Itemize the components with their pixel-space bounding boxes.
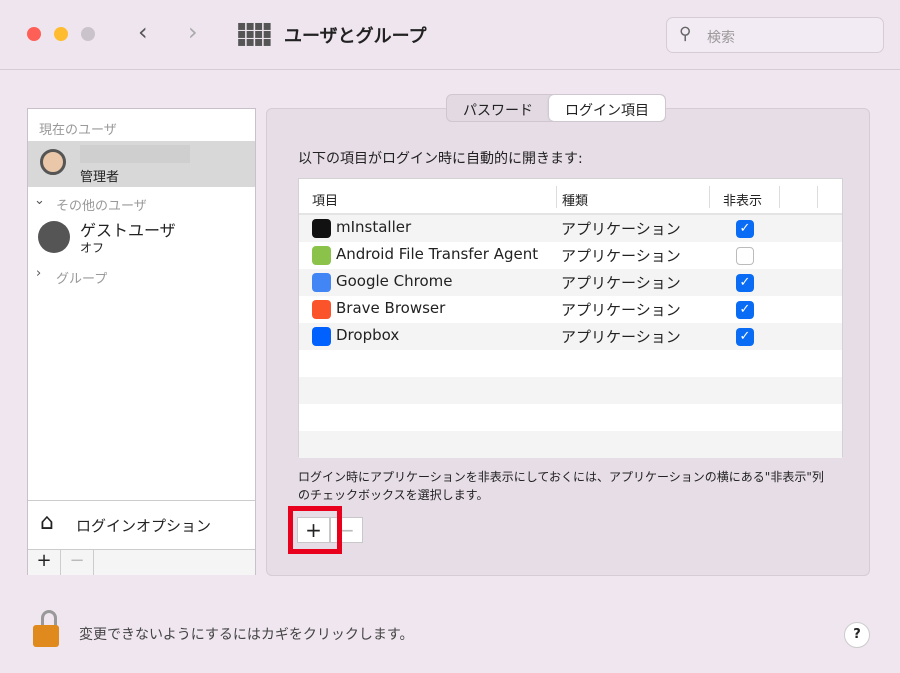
chevron-down-icon[interactable]: ⌄ [34, 193, 45, 208]
hide-checkbox[interactable]: ✓ [736, 328, 754, 346]
lock-icon[interactable] [33, 610, 61, 648]
table-row[interactable]: Dropbox アプリケーション ✓ [299, 323, 842, 350]
item-name: Android File Transfer Agent [336, 245, 539, 263]
dropbox-icon [312, 327, 331, 346]
grid-icon[interactable]: ▪▪▪▪ ▪▪▪▪ ▪▪▪▪ [237, 19, 272, 49]
empty-row [299, 404, 842, 431]
item-name: Dropbox [336, 326, 400, 344]
hide-checkbox[interactable]: ✓ [736, 274, 754, 292]
current-user-role: 管理者 [80, 170, 120, 185]
android-icon [312, 246, 331, 265]
guest-user-status: オフ [80, 241, 105, 255]
add-user-button[interactable]: + [28, 550, 61, 575]
table-row[interactable]: Google Chrome アプリケーション ✓ [299, 269, 842, 296]
item-name: mInstaller [336, 218, 412, 236]
highlight-box [288, 506, 342, 554]
item-name: Google Chrome [336, 272, 453, 290]
minimize-button[interactable] [54, 27, 68, 41]
item-kind: アプリケーション [561, 274, 681, 292]
home-icon: ⌂ [40, 510, 54, 535]
item-kind: アプリケーション [561, 220, 681, 238]
toolbar: ‹ › ▪▪▪▪ ▪▪▪▪ ▪▪▪▪ ユーザとグループ ⚲ 検索 [0, 0, 900, 70]
chevron-right-icon[interactable]: › [36, 266, 41, 281]
item-kind: アプリケーション [561, 301, 681, 319]
current-user-row[interactable]: 管理者 [28, 141, 255, 187]
item-kind: アプリケーション [561, 247, 681, 265]
empty-row [299, 377, 842, 404]
column-header-kind[interactable]: 種類 [562, 190, 588, 209]
hide-checkbox[interactable] [736, 247, 754, 265]
guest-user-name[interactable]: ゲストユーザ [80, 217, 176, 241]
other-users-header: その他のユーザ [56, 199, 147, 214]
search-placeholder: 検索 [707, 30, 735, 46]
avatar [40, 149, 66, 175]
sidebar-button-bar: + − [28, 549, 255, 575]
window-title: ユーザとグループ [284, 26, 427, 47]
lock-text: 変更できないようにするにはカギをクリックします。 [79, 627, 414, 643]
minstaller-icon [312, 219, 331, 238]
redacted-username [80, 145, 190, 163]
search-icon: ⚲ [679, 24, 692, 44]
column-header-hidden[interactable]: 非表示 [723, 190, 762, 209]
hide-checkbox[interactable]: ✓ [736, 301, 754, 319]
chrome-icon [312, 273, 331, 292]
remove-user-button[interactable]: − [61, 550, 94, 575]
forward-chevron-icon[interactable]: › [188, 18, 198, 46]
hidden-hint: ログイン時にアプリケーションを非表示にしておくには、アプリケーションの横にある"… [298, 470, 824, 502]
tab-password[interactable]: パスワード [447, 95, 549, 121]
brave-icon [312, 300, 331, 319]
login-items-intro: 以下の項目がログイン時に自動的に開きます: [298, 151, 583, 167]
login-options-label: ログインオプション [76, 517, 212, 535]
close-button[interactable] [27, 27, 41, 41]
table-row[interactable]: mInstaller アプリケーション ✓ [299, 215, 842, 242]
user-sidebar: 現在のユーザ 管理者 ⌄ その他のユーザ ゲストユーザ オフ › グループ ⌂ … [27, 108, 256, 575]
table-row[interactable]: Brave Browser アプリケーション ✓ [299, 296, 842, 323]
zoom-button[interactable] [81, 27, 95, 41]
item-name: Brave Browser [336, 299, 446, 317]
login-options-item[interactable]: ⌂ ログインオプション [28, 500, 255, 548]
hide-checkbox[interactable]: ✓ [736, 220, 754, 238]
tab-bar: パスワード ログイン項目 [446, 94, 666, 122]
guest-avatar-icon [38, 221, 70, 253]
help-button[interactable]: ? [844, 622, 870, 648]
current-users-header: 現在のユーザ [39, 123, 117, 138]
tab-login-items[interactable]: ログイン項目 [549, 95, 665, 121]
search-input[interactable]: ⚲ 検索 [666, 17, 884, 53]
empty-row [299, 431, 842, 458]
column-header-item[interactable]: 項目 [312, 190, 338, 209]
empty-row [299, 350, 842, 377]
back-chevron-icon[interactable]: ‹ [138, 18, 148, 46]
groups-header: グループ [56, 272, 108, 287]
item-kind: アプリケーション [561, 328, 681, 346]
login-items-table: 項目 種類 非表示 mInstaller アプリケーション ✓ Android … [298, 178, 843, 458]
table-row[interactable]: Android File Transfer Agent アプリケーション [299, 242, 842, 269]
table-header: 項目 種類 非表示 [299, 179, 842, 215]
